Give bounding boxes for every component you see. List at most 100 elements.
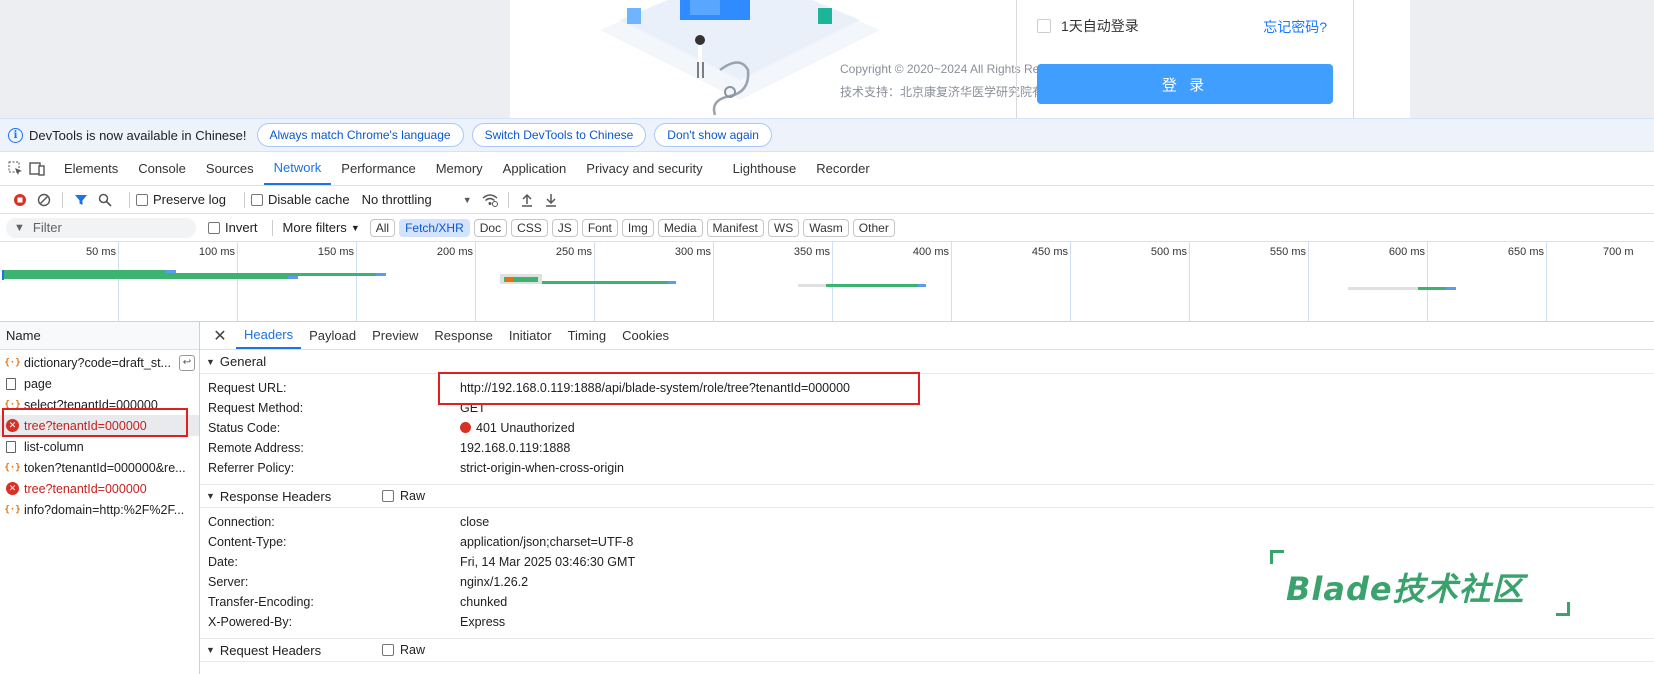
tab-elements[interactable]: Elements — [54, 152, 128, 185]
toolbar-divider — [129, 191, 130, 208]
header-key: Request Method: — [208, 401, 304, 415]
login-button[interactable]: 登 录 — [1037, 64, 1333, 104]
filter-chip-fetch-xhr[interactable]: Fetch/XHR — [399, 218, 470, 237]
filter-chip-all[interactable]: All — [369, 218, 396, 237]
devtools-tabbar: Elements Console Sources Network Perform… — [0, 152, 1654, 186]
tab-lighthouse[interactable]: Lighthouse — [723, 152, 807, 185]
tab-payload[interactable]: Payload — [301, 322, 364, 349]
request-row[interactable]: {·} info?domain=http:%2F%2F... — [0, 499, 199, 520]
invert-checkbox[interactable]: Invert — [208, 220, 258, 235]
status-text: 401 Unauthorized — [476, 421, 575, 435]
tab-response[interactable]: Response — [426, 322, 501, 349]
network-overview-timeline[interactable]: 50 ms 100 ms 150 ms 200 ms 250 ms 300 ms… — [0, 242, 1654, 322]
info-icon: i — [8, 127, 23, 143]
always-match-language-button[interactable]: Always match Chrome's language — [256, 123, 464, 147]
checkbox-box[interactable] — [382, 490, 394, 502]
checkbox-box[interactable] — [382, 644, 394, 656]
copy-icon[interactable]: ↩ — [179, 354, 195, 371]
request-headers-section-header[interactable]: ▼ Request Headers Raw — [200, 638, 1654, 662]
tab-memory[interactable]: Memory — [426, 152, 493, 185]
filter-input[interactable]: ▼ Filter — [6, 217, 196, 238]
close-icon[interactable]: ✕ — [208, 322, 232, 349]
name-column-header[interactable]: Name — [0, 322, 199, 350]
invert-label: Invert — [225, 220, 258, 235]
more-filters-dropdown[interactable]: More filters ▼ — [283, 220, 360, 235]
tab-cookies[interactable]: Cookies — [614, 322, 677, 349]
tab-headers[interactable]: Headers — [236, 322, 302, 349]
response-headers-section-header[interactable]: ▼ Response Headers Raw — [200, 484, 1654, 508]
timeline-tick-label: 300 ms — [674, 246, 711, 258]
raw-checkbox[interactable]: Raw — [382, 489, 425, 503]
timeline-gridline — [475, 242, 476, 321]
header-row: Request Method: GET — [200, 398, 1654, 418]
request-name: tree?tenantId=000000 — [24, 481, 147, 496]
checkbox-box[interactable] — [136, 193, 148, 206]
tab-application[interactable]: Application — [493, 152, 577, 185]
request-row[interactable]: ✕ tree?tenantId=000000 — [0, 478, 199, 499]
switch-to-chinese-button[interactable]: Switch DevTools to Chinese — [471, 123, 647, 147]
filter-icon[interactable] — [69, 193, 93, 207]
toolbar-divider — [271, 219, 273, 236]
checkbox-box[interactable] — [250, 193, 263, 206]
clear-icon[interactable] — [32, 193, 56, 207]
forgot-password-link[interactable]: 忘记密码? — [1263, 17, 1327, 37]
tab-console[interactable]: Console — [128, 152, 196, 185]
network-conditions-icon[interactable] — [478, 193, 502, 207]
stop-recording-icon[interactable] — [8, 193, 32, 207]
timeline-gridline — [237, 242, 238, 321]
filter-chip-ws[interactable]: WS — [767, 218, 800, 237]
timeline-tick-label: 350 ms — [793, 246, 830, 258]
import-har-icon[interactable] — [515, 193, 539, 207]
raw-label: Raw — [400, 643, 426, 657]
tab-preview[interactable]: Preview — [364, 322, 426, 349]
export-har-icon[interactable] — [539, 193, 563, 207]
header-row: Remote Address: 192.168.0.119:1888 — [200, 438, 1654, 458]
tab-sources[interactable]: Sources — [196, 152, 264, 185]
tab-initiator[interactable]: Initiator — [501, 322, 560, 349]
disable-cache-checkbox[interactable]: Disable cache — [250, 192, 350, 207]
request-row[interactable]: {·} dictionary?code=draft_st... ↩ — [0, 352, 199, 373]
timeline-bar — [918, 284, 926, 287]
auto-login-checkbox[interactable]: 1天自动登录 — [1037, 16, 1139, 36]
header-key: Request URL: — [208, 381, 287, 395]
filter-chip-other[interactable]: Other — [852, 218, 895, 237]
checkbox-box[interactable] — [1037, 19, 1051, 33]
request-row[interactable]: page — [0, 373, 199, 394]
header-value: application/json;charset=UTF-8 — [460, 535, 634, 549]
throttling-value: No throttling — [361, 192, 432, 207]
timeline-gridline — [1546, 242, 1547, 321]
filter-funnel-icon: ▼ — [14, 221, 25, 234]
tab-timing[interactable]: Timing — [560, 322, 615, 349]
preserve-log-checkbox[interactable]: Preserve log — [136, 192, 226, 207]
filter-chip-img[interactable]: Img — [621, 218, 654, 237]
dont-show-again-button[interactable]: Don't show again — [654, 123, 772, 147]
tab-network[interactable]: Network — [263, 152, 332, 185]
search-icon[interactable] — [93, 193, 117, 207]
filter-chip-font[interactable]: Font — [581, 218, 618, 237]
tab-recorder[interactable]: Recorder — [806, 152, 879, 185]
inspect-element-icon[interactable] — [4, 152, 26, 185]
checkbox-box[interactable] — [208, 221, 220, 234]
raw-checkbox[interactable]: Raw — [382, 643, 425, 657]
tab-privacy-security[interactable]: Privacy and security — [576, 152, 722, 185]
timeline-bar — [506, 278, 514, 281]
filter-chip-wasm[interactable]: Wasm — [803, 218, 849, 237]
request-row[interactable]: list-column — [0, 436, 199, 457]
toolbar-divider — [62, 191, 63, 208]
request-name: token?tenantId=000000&re... — [24, 460, 186, 475]
filter-chip-manifest[interactable]: Manifest — [706, 218, 764, 237]
header-row: Referrer Policy: strict-origin-when-cross… — [200, 458, 1654, 478]
expand-triangle-icon: ▼ — [206, 491, 215, 501]
filter-placeholder: Filter — [32, 220, 62, 235]
highlight-box — [2, 408, 188, 437]
tab-performance[interactable]: Performance — [331, 152, 425, 185]
header-row: Request URL: http://192.168.0.119:1888/ap… — [200, 378, 1654, 398]
device-toolbar-icon[interactable] — [26, 152, 48, 185]
throttling-select[interactable]: No throttling ▼ — [362, 192, 472, 207]
general-section-header[interactable]: ▼ General — [200, 350, 1654, 374]
filter-chip-doc[interactable]: Doc — [473, 218, 508, 237]
request-row[interactable]: {·} token?tenantId=000000&re... — [0, 457, 199, 478]
filter-chip-media[interactable]: Media — [657, 218, 703, 237]
filter-chip-css[interactable]: CSS — [511, 218, 548, 237]
filter-chip-js[interactable]: JS — [551, 218, 578, 237]
